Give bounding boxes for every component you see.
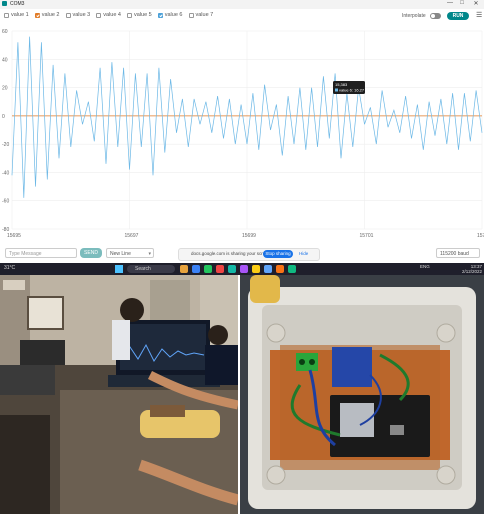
screen-share-banner: docs.google.com is sharing your screen. … (178, 248, 320, 261)
baud-rate-select[interactable]: 115200 baud (436, 248, 480, 258)
legend-checkbox[interactable] (96, 12, 102, 18)
taskbar: 31°C Search ENG 13:37 2/12/2022 (0, 263, 484, 275)
clock-date: 2/12/2022 (462, 269, 483, 274)
y-tick-label: 40 (2, 57, 8, 63)
legend-checkbox[interactable] (188, 12, 194, 18)
y-tick-label: 20 (2, 86, 8, 92)
hardware-photo-graphic (240, 275, 484, 514)
clock[interactable]: 13:37 2/12/2022 (462, 264, 482, 274)
y-tick-label: 0 (2, 114, 5, 120)
y-tick-label: -20 (2, 142, 9, 148)
legend-label: value 3 (72, 12, 91, 18)
tooltip-title: 15,383 (335, 82, 348, 87)
interpolate-label: Interpolate (402, 13, 426, 19)
plot-area: 6040200-20-40-60-8015695 15697 15699 15701 1… (2, 29, 484, 239)
file-explorer-icon[interactable] (180, 265, 188, 273)
legend-label: value 5 (134, 12, 152, 18)
close-button[interactable]: ✕ (470, 0, 482, 7)
legend-item-4[interactable]: value 4 (96, 12, 121, 18)
app-icon-yellow[interactable] (252, 265, 260, 273)
legend-item-2[interactable]: value 2 (34, 12, 60, 18)
send-button[interactable]: SEND (80, 248, 102, 258)
legend-item-6[interactable]: value 6 (157, 12, 183, 18)
legend-label: value 2 (41, 12, 60, 18)
app-icon-blue[interactable] (264, 265, 272, 273)
chrome-icon[interactable] (204, 265, 212, 273)
tray-language[interactable]: ENG (420, 264, 430, 269)
hide-link[interactable]: Hide (299, 251, 308, 256)
taskbar-apps (180, 265, 296, 273)
interpolate-toggle[interactable] (430, 13, 441, 19)
run-button[interactable]: RUN (447, 12, 469, 20)
tooltip-label: value 6: 16.27 (339, 88, 365, 93)
edge-icon[interactable] (192, 265, 200, 273)
title-bar: COM3 — □ ✕ (0, 0, 484, 9)
x-tick-label: 15695 (7, 233, 21, 239)
legend-item-1[interactable]: value 1 (4, 12, 29, 18)
x-tick-label: 15697 (125, 233, 139, 239)
window-title: COM3 (10, 1, 25, 7)
weather-widget[interactable]: 31°C (4, 265, 15, 271)
y-tick-label: 60 (2, 29, 8, 35)
x-tick-label: 15703 (477, 233, 484, 239)
legend-label: value 6 (164, 12, 183, 18)
taskbar-search[interactable]: Search (127, 265, 175, 273)
x-tick-label: 15699 (242, 233, 256, 239)
app-icon-green[interactable] (288, 265, 296, 273)
y-tick-label: -60 (2, 199, 9, 205)
serial-plotter-window: COM3 — □ ✕ value 1 value 2 value 3 value 4v… (0, 0, 484, 263)
tooltip-swatch (335, 88, 338, 92)
arduino-icon[interactable] (228, 265, 236, 273)
legend-item-5[interactable]: value 5 (127, 12, 152, 18)
message-input[interactable]: Type Message (5, 248, 77, 258)
legend-item-3[interactable]: value 3 (65, 12, 91, 18)
hardware-photo (240, 275, 484, 514)
minimize-button[interactable]: — (444, 0, 456, 6)
legend-checkbox[interactable] (34, 12, 40, 18)
line-ending-value: New Line (110, 251, 131, 257)
series-legend: value 1 value 2 value 3 value 4 value 5 value… (4, 12, 213, 18)
x-tick-label: 15701 (360, 233, 374, 239)
chevron-down-icon: ▾ (148, 251, 151, 257)
legend-label: value 1 (11, 12, 29, 18)
app-icon (2, 1, 7, 6)
y-tick-label: -40 (2, 170, 9, 176)
app-icon-red[interactable] (216, 265, 224, 273)
stop-sharing-button[interactable]: Stop sharing (263, 250, 293, 258)
windows-start-icon[interactable] (115, 265, 123, 273)
legend-checkbox[interactable] (127, 12, 132, 18)
legend-item-7[interactable]: value 7 (188, 12, 214, 18)
legend-checkbox[interactable] (65, 12, 71, 18)
legend-label: value 4 (103, 12, 121, 18)
share-text: docs.google.com is sharing your screen. (191, 251, 272, 256)
settings-icon[interactable]: ☰ (476, 11, 482, 19)
maximize-button[interactable]: □ (456, 0, 468, 6)
classroom-photo (0, 275, 238, 514)
legend-label: value 7 (195, 12, 214, 18)
app-icon-orange[interactable] (276, 265, 284, 273)
legend-checkbox[interactable] (4, 12, 9, 18)
plotter-toolbar: value 1 value 2 value 3 value 4 value 5 value… (0, 9, 484, 23)
app-icon-purple[interactable] (240, 265, 248, 273)
legend-checkbox[interactable] (157, 12, 163, 18)
classroom-photo-graphic (0, 275, 238, 514)
serial-input-bar: Type Message SEND New Line ▾ docs.google… (0, 245, 484, 263)
line-ending-select[interactable]: New Line ▾ (106, 248, 154, 258)
